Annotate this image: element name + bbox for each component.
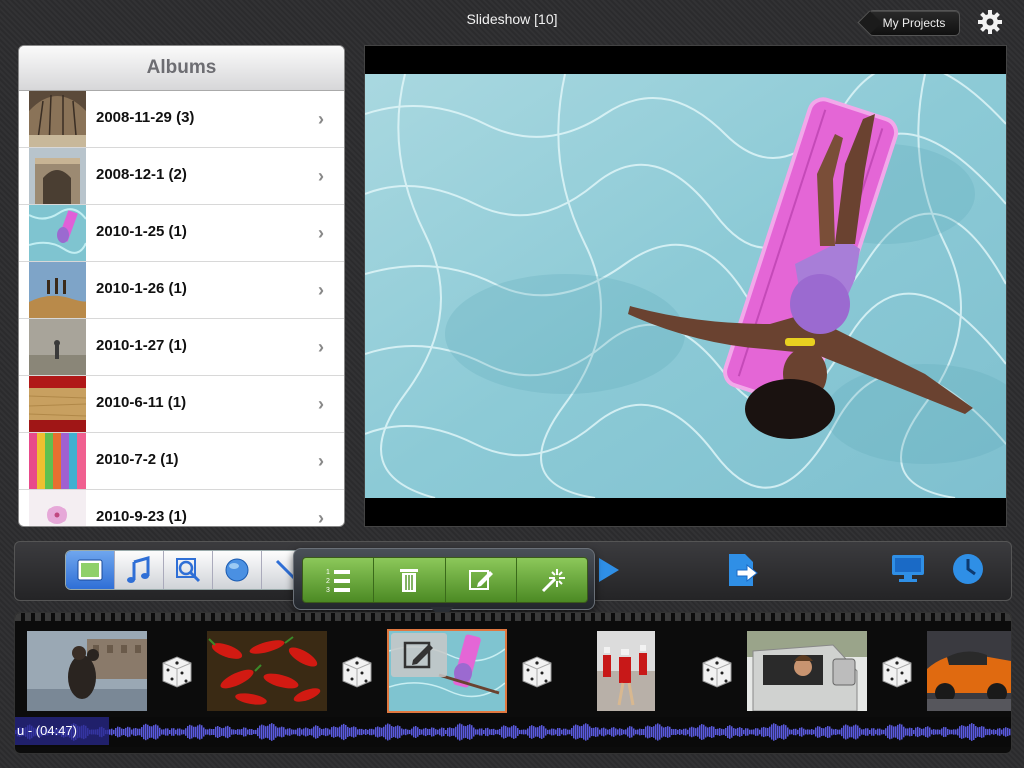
timeline-clip[interactable] bbox=[927, 631, 1011, 711]
album-thumbnail bbox=[29, 490, 86, 526]
audio-waveform[interactable] bbox=[15, 717, 1011, 747]
tv-icon[interactable] bbox=[891, 554, 925, 584]
chevron-right-icon: › bbox=[318, 508, 324, 527]
album-label: 2010-7-2 (1) bbox=[96, 451, 179, 468]
timeline-clip[interactable] bbox=[27, 631, 147, 711]
photo-preview[interactable] bbox=[364, 45, 1007, 527]
album-thumbnail bbox=[29, 262, 86, 318]
album-row[interactable]: 2010-1-26 (1) › bbox=[19, 262, 344, 319]
chevron-right-icon: › bbox=[318, 109, 324, 129]
preview-image bbox=[365, 74, 1006, 498]
album-label: 2010-1-25 (1) bbox=[96, 223, 187, 240]
pencil-icon bbox=[468, 570, 493, 590]
timeline: u - (04:47) bbox=[14, 612, 1012, 754]
album-label: 2008-11-29 (3) bbox=[96, 109, 195, 126]
svg-text:3: 3 bbox=[326, 587, 330, 593]
my-projects-button[interactable]: My Projects bbox=[868, 10, 960, 36]
transition-dice-icon[interactable] bbox=[339, 653, 375, 689]
tab-zoom[interactable] bbox=[164, 551, 213, 589]
clock-icon[interactable] bbox=[951, 552, 985, 586]
tab-photos[interactable] bbox=[66, 551, 115, 589]
popup-action-bar: 1 2 3 bbox=[302, 557, 588, 603]
albums-title: Albums bbox=[19, 46, 344, 91]
delete-button[interactable] bbox=[374, 558, 446, 602]
export-icon[interactable] bbox=[727, 552, 759, 588]
album-label: 2010-1-26 (1) bbox=[96, 280, 187, 297]
play-icon[interactable] bbox=[597, 556, 621, 584]
transition-dice-icon[interactable] bbox=[519, 653, 555, 689]
chevron-right-icon: › bbox=[318, 337, 324, 357]
chevron-right-icon: › bbox=[318, 394, 324, 414]
zoom-icon bbox=[176, 558, 201, 583]
my-projects-label: My Projects bbox=[882, 16, 946, 30]
music-note-icon bbox=[127, 556, 150, 583]
album-row[interactable]: 2010-1-25 (1) › bbox=[19, 205, 344, 262]
trash-icon bbox=[400, 569, 419, 592]
reorder-button[interactable]: 1 2 3 bbox=[303, 558, 375, 602]
timeline-clip[interactable] bbox=[597, 631, 655, 711]
numbered-list-icon: 1 2 3 bbox=[326, 569, 351, 593]
chevron-right-icon: › bbox=[318, 166, 324, 186]
globe-icon bbox=[225, 558, 249, 582]
album-thumbnail bbox=[29, 319, 86, 375]
clip-edit-overlay[interactable] bbox=[391, 633, 447, 677]
album-row[interactable]: 2010-9-23 (1) › bbox=[19, 490, 344, 527]
album-thumbnail bbox=[29, 205, 86, 261]
svg-text:1: 1 bbox=[326, 569, 330, 576]
album-label: 2010-6-11 (1) bbox=[96, 394, 187, 411]
magic-wand-icon bbox=[541, 569, 565, 593]
album-row[interactable]: 2010-1-27 (1) › bbox=[19, 319, 344, 376]
timeline-clip-selected[interactable] bbox=[387, 629, 507, 713]
tab-transitions[interactable] bbox=[213, 551, 262, 589]
clip-action-popup: 1 2 3 bbox=[293, 548, 595, 610]
album-row[interactable]: 2010-6-11 (1) › bbox=[19, 376, 344, 433]
pencil-icon bbox=[403, 641, 433, 669]
svg-text:2: 2 bbox=[326, 578, 330, 585]
album-row[interactable]: 2010-7-2 (1) › bbox=[19, 433, 344, 490]
edit-button[interactable] bbox=[445, 558, 517, 602]
album-thumbnail bbox=[29, 148, 86, 204]
timeline-clip[interactable] bbox=[747, 631, 867, 711]
gear-icon[interactable] bbox=[976, 8, 1004, 36]
photo-icon bbox=[77, 559, 103, 581]
top-bar: Slideshow [10] My Projects bbox=[0, 0, 1024, 40]
albums-panel: Albums 2008-11-29 (3) › 2008-12-1 (2) › … bbox=[18, 45, 345, 527]
chevron-right-icon: › bbox=[318, 280, 324, 300]
album-thumbnail bbox=[29, 91, 86, 147]
album-label: 2008-12-1 (2) bbox=[96, 166, 187, 183]
chevron-right-icon: › bbox=[318, 223, 324, 243]
album-label: 2010-9-23 (1) bbox=[96, 508, 187, 525]
effects-button[interactable] bbox=[516, 558, 587, 602]
album-thumbnail bbox=[29, 433, 86, 489]
album-thumbnail bbox=[29, 376, 86, 432]
album-row[interactable]: 2008-12-1 (2) › bbox=[19, 148, 344, 205]
album-label: 2010-1-27 (1) bbox=[96, 337, 187, 354]
chevron-right-icon: › bbox=[318, 451, 324, 471]
film-strip-perforation bbox=[15, 613, 1011, 621]
album-row[interactable]: 2008-11-29 (3) › bbox=[19, 91, 344, 148]
music-track-label: u - (04:47) bbox=[15, 717, 109, 745]
transition-dice-icon[interactable] bbox=[699, 653, 735, 689]
mode-tabs bbox=[65, 550, 312, 590]
transition-dice-icon[interactable] bbox=[879, 653, 915, 689]
timeline-clip[interactable] bbox=[207, 631, 327, 711]
tab-music[interactable] bbox=[115, 551, 164, 589]
transition-dice-icon[interactable] bbox=[159, 653, 195, 689]
